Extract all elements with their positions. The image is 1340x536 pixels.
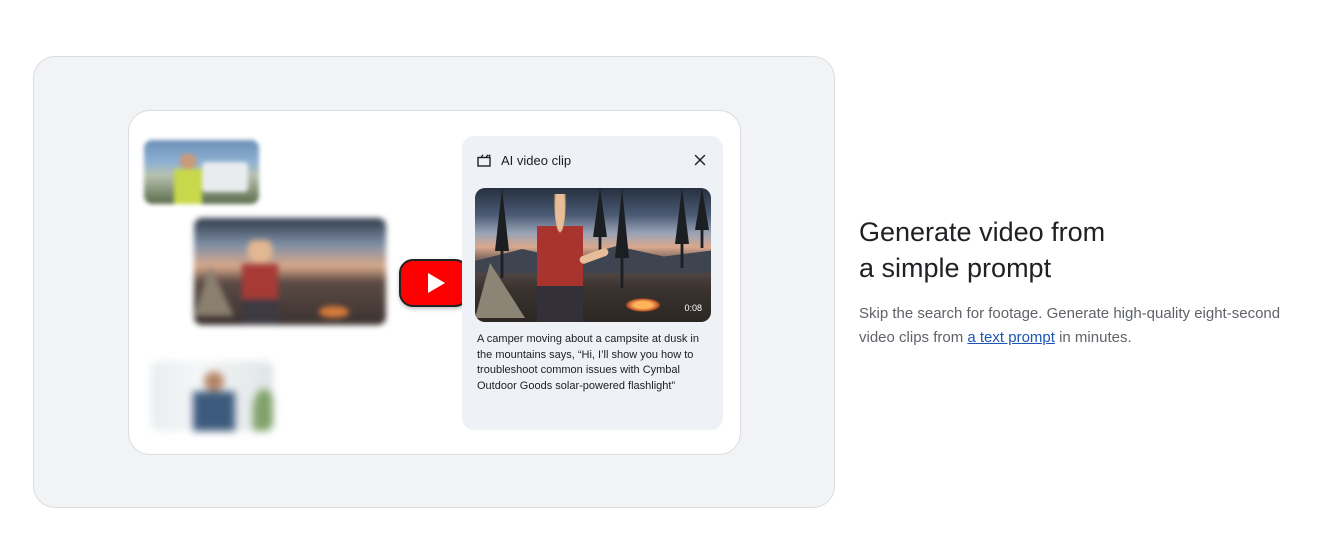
blurred-thumbnail-presenter — [151, 361, 273, 431]
description-text-end: in minutes. — [1054, 329, 1132, 346]
video-play-button[interactable] — [399, 259, 469, 307]
feature-description: Skip the search for footage. Generate hi… — [859, 302, 1289, 350]
video-duration: 0:08 — [684, 303, 702, 313]
demo-card: AI video clip 0:08 A camper moving about… — [128, 110, 741, 455]
close-icon[interactable] — [692, 152, 708, 168]
headline-line-2: a simple prompt — [859, 253, 1052, 283]
ai-video-clip-icon — [477, 153, 492, 167]
play-icon — [427, 273, 445, 293]
blurred-thumbnail-camper — [194, 218, 386, 325]
ai-video-clip-panel: AI video clip 0:08 A camper moving about… — [462, 136, 723, 430]
text-prompt-link[interactable]: a text prompt — [967, 329, 1055, 346]
video-caption: A camper moving about a campsite at dusk… — [477, 333, 699, 392]
panel-header: AI video clip — [477, 150, 708, 170]
panel-title: AI video clip — [501, 152, 572, 168]
video-preview[interactable]: 0:08 — [475, 188, 711, 322]
feature-headline: Generate video from a simple prompt — [859, 214, 1179, 286]
demo-stage: AI video clip 0:08 A camper moving about… — [33, 56, 835, 508]
blurred-thumbnail-worker — [144, 140, 259, 204]
headline-line-1: Generate video from — [859, 217, 1106, 247]
